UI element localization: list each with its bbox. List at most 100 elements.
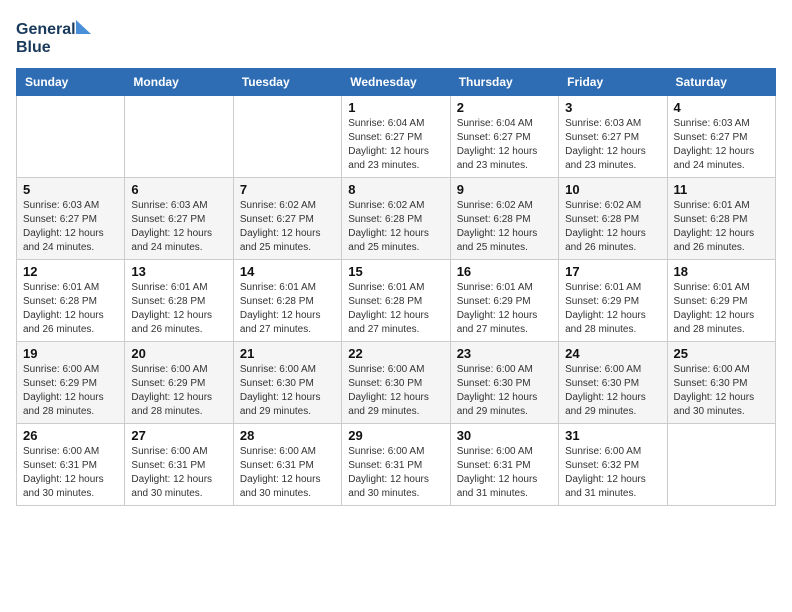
header-day-friday: Friday (559, 69, 667, 96)
calendar-day-31: 31 Sunrise: 6:00 AM Sunset: 6:32 PM Dayli… (559, 424, 667, 506)
calendar-day-11: 11 Sunrise: 6:01 AM Sunset: 6:28 PM Dayli… (667, 178, 775, 260)
day-number: 4 (674, 100, 769, 115)
header-day-wednesday: Wednesday (342, 69, 450, 96)
day-number: 7 (240, 182, 335, 197)
day-info: Sunrise: 6:03 AM Sunset: 6:27 PM Dayligh… (674, 117, 769, 173)
calendar-empty-cell (125, 96, 233, 178)
day-number: 15 (348, 264, 443, 279)
day-info: Sunrise: 6:00 AM Sunset: 6:31 PM Dayligh… (457, 445, 552, 501)
calendar-empty-cell (667, 424, 775, 506)
calendar-day-10: 10Sunrise: 6:02 AM Sunset: 6:28 PM Dayli… (559, 178, 667, 260)
day-info: Sunrise: 6:03 AM Sunset: 6:27 PM Dayligh… (23, 199, 118, 255)
calendar-week-row: 5 Sunrise: 6:03 AM Sunset: 6:27 PM Daylig… (17, 178, 776, 260)
calendar-day-30: 30 Sunrise: 6:00 AM Sunset: 6:31 PM Dayli… (450, 424, 558, 506)
day-info: Sunrise: 6:01 AM Sunset: 6:29 PM Dayligh… (457, 281, 552, 337)
day-info: Sunrise: 6:00 AM Sunset: 6:31 PM Dayligh… (23, 445, 118, 501)
calendar-day-6: 6 Sunrise: 6:03 AM Sunset: 6:27 PM Daylig… (125, 178, 233, 260)
calendar-day-1: 1Sunrise: 6:04 AM Sunset: 6:27 PM Daylig… (342, 96, 450, 178)
header: GeneralBlue (16, 16, 776, 56)
day-number: 9 (457, 182, 552, 197)
day-number: 18 (674, 264, 769, 279)
calendar-day-18: 18 Sunrise: 6:01 AM Sunset: 6:29 PM Dayli… (667, 260, 775, 342)
day-info: Sunrise: 6:00 AM Sunset: 6:30 PM Dayligh… (565, 363, 660, 419)
calendar-day-19: 19Sunrise: 6:00 AM Sunset: 6:29 PM Dayli… (17, 342, 125, 424)
day-number: 8 (348, 182, 443, 197)
day-number: 26 (23, 428, 118, 443)
calendar-day-4: 4 Sunrise: 6:03 AM Sunset: 6:27 PM Daylig… (667, 96, 775, 178)
day-number: 30 (457, 428, 552, 443)
calendar-day-17: 17 Sunrise: 6:01 AM Sunset: 6:29 PM Dayli… (559, 260, 667, 342)
day-number: 25 (674, 346, 769, 361)
day-number: 5 (23, 182, 118, 197)
day-info: Sunrise: 6:01 AM Sunset: 6:28 PM Dayligh… (674, 199, 769, 255)
day-number: 24 (565, 346, 660, 361)
calendar-day-9: 9 Sunrise: 6:02 AM Sunset: 6:28 PM Daylig… (450, 178, 558, 260)
calendar-day-26: 26 Sunrise: 6:00 AM Sunset: 6:31 PM Dayli… (17, 424, 125, 506)
day-number: 6 (131, 182, 226, 197)
header-day-saturday: Saturday (667, 69, 775, 96)
calendar-week-row: 26 Sunrise: 6:00 AM Sunset: 6:31 PM Dayli… (17, 424, 776, 506)
day-info: Sunrise: 6:01 AM Sunset: 6:28 PM Dayligh… (131, 281, 226, 337)
day-info: Sunrise: 6:00 AM Sunset: 6:31 PM Dayligh… (348, 445, 443, 501)
day-info: Sunrise: 6:04 AM Sunset: 6:27 PM Dayligh… (348, 117, 443, 173)
calendar-week-row: 12 Sunrise: 6:01 AM Sunset: 6:28 PM Dayli… (17, 260, 776, 342)
day-number: 19 (23, 346, 118, 361)
calendar-day-8: 8Sunrise: 6:02 AM Sunset: 6:28 PM Daylig… (342, 178, 450, 260)
calendar-day-15: 15 Sunrise: 6:01 AM Sunset: 6:28 PM Dayli… (342, 260, 450, 342)
day-number: 3 (565, 100, 660, 115)
calendar-header-row: SundayMondayTuesdayWednesdayThursdayFrid… (17, 69, 776, 96)
day-number: 16 (457, 264, 552, 279)
day-info: Sunrise: 6:02 AM Sunset: 6:28 PM Dayligh… (457, 199, 552, 255)
calendar-empty-cell (17, 96, 125, 178)
svg-text:Blue: Blue (16, 39, 51, 56)
calendar-day-29: 29Sunrise: 6:00 AM Sunset: 6:31 PM Dayli… (342, 424, 450, 506)
calendar-day-21: 21 Sunrise: 6:00 AM Sunset: 6:30 PM Dayli… (233, 342, 341, 424)
day-number: 31 (565, 428, 660, 443)
calendar-day-28: 28 Sunrise: 6:00 AM Sunset: 6:31 PM Dayli… (233, 424, 341, 506)
calendar-day-2: 2 Sunrise: 6:04 AM Sunset: 6:27 PM Daylig… (450, 96, 558, 178)
day-number: 27 (131, 428, 226, 443)
day-info: Sunrise: 6:00 AM Sunset: 6:30 PM Dayligh… (348, 363, 443, 419)
calendar-day-24: 24 Sunrise: 6:00 AM Sunset: 6:30 PM Dayli… (559, 342, 667, 424)
day-info: Sunrise: 6:00 AM Sunset: 6:30 PM Dayligh… (674, 363, 769, 419)
day-info: Sunrise: 6:02 AM Sunset: 6:27 PM Dayligh… (240, 199, 335, 255)
day-number: 28 (240, 428, 335, 443)
day-number: 12 (23, 264, 118, 279)
calendar-week-row: 19 Sunrise: 6:00 AM Sunset: 6:29 PM Dayli… (17, 342, 776, 424)
day-info: Sunrise: 6:03 AM Sunset: 6:27 PM Dayligh… (131, 199, 226, 255)
day-info: Sunrise: 6:00 AM Sunset: 6:29 PM Dayligh… (131, 363, 226, 419)
day-info: Sunrise: 6:01 AM Sunset: 6:29 PM Dayligh… (565, 281, 660, 337)
day-info: Sunrise: 6:00 AM Sunset: 6:31 PM Dayligh… (131, 445, 226, 501)
day-number: 21 (240, 346, 335, 361)
calendar-day-14: 14Sunrise: 6:01 AM Sunset: 6:28 PM Dayli… (233, 260, 341, 342)
calendar-day-5: 5 Sunrise: 6:03 AM Sunset: 6:27 PM Daylig… (17, 178, 125, 260)
header-day-sunday: Sunday (17, 69, 125, 96)
calendar-week-row: 1Sunrise: 6:04 AM Sunset: 6:27 PM Daylig… (17, 96, 776, 178)
day-info: Sunrise: 6:01 AM Sunset: 6:28 PM Dayligh… (23, 281, 118, 337)
calendar-table: SundayMondayTuesdayWednesdayThursdayFrid… (16, 68, 776, 506)
day-number: 17 (565, 264, 660, 279)
calendar-day-3: 3 Sunrise: 6:03 AM Sunset: 6:27 PM Daylig… (559, 96, 667, 178)
calendar-day-25: 25 Sunrise: 6:00 AM Sunset: 6:30 PM Dayli… (667, 342, 775, 424)
day-info: Sunrise: 6:00 AM Sunset: 6:31 PM Dayligh… (240, 445, 335, 501)
day-number: 2 (457, 100, 552, 115)
logo-svg: GeneralBlue (16, 16, 96, 56)
day-info: Sunrise: 6:01 AM Sunset: 6:28 PM Dayligh… (348, 281, 443, 337)
day-number: 11 (674, 182, 769, 197)
logo: GeneralBlue (16, 16, 96, 56)
calendar-day-12: 12 Sunrise: 6:01 AM Sunset: 6:28 PM Dayli… (17, 260, 125, 342)
day-info: Sunrise: 6:04 AM Sunset: 6:27 PM Dayligh… (457, 117, 552, 173)
calendar-day-16: 16 Sunrise: 6:01 AM Sunset: 6:29 PM Dayli… (450, 260, 558, 342)
day-info: Sunrise: 6:01 AM Sunset: 6:29 PM Dayligh… (674, 281, 769, 337)
day-number: 13 (131, 264, 226, 279)
day-info: Sunrise: 6:00 AM Sunset: 6:32 PM Dayligh… (565, 445, 660, 501)
day-number: 14 (240, 264, 335, 279)
calendar-empty-cell (233, 96, 341, 178)
calendar-day-23: 23Sunrise: 6:00 AM Sunset: 6:30 PM Dayli… (450, 342, 558, 424)
day-info: Sunrise: 6:03 AM Sunset: 6:27 PM Dayligh… (565, 117, 660, 173)
calendar-day-20: 20Sunrise: 6:00 AM Sunset: 6:29 PM Dayli… (125, 342, 233, 424)
header-day-thursday: Thursday (450, 69, 558, 96)
day-info: Sunrise: 6:00 AM Sunset: 6:30 PM Dayligh… (240, 363, 335, 419)
day-info: Sunrise: 6:02 AM Sunset: 6:28 PM Dayligh… (565, 199, 660, 255)
calendar-day-27: 27 Sunrise: 6:00 AM Sunset: 6:31 PM Dayli… (125, 424, 233, 506)
